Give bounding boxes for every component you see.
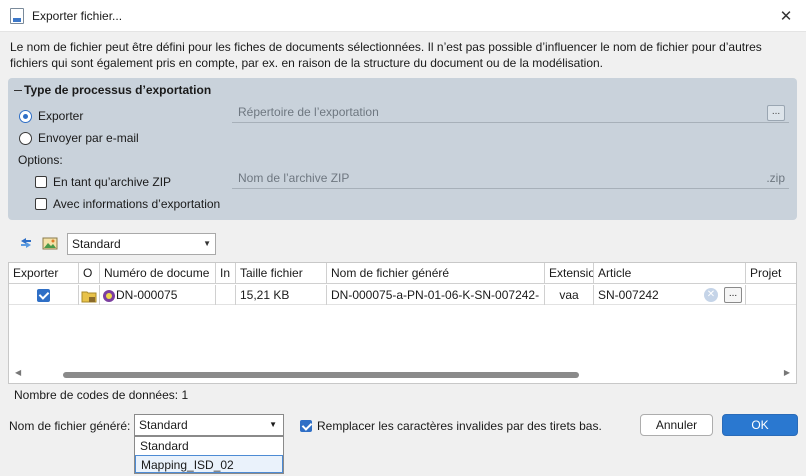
checkbox-unchecked-icon	[35, 176, 47, 188]
replace-invalid-label: Remplacer les caractères invalides par d…	[317, 419, 602, 433]
data-count: Nombre de codes de données: 1	[14, 388, 189, 402]
cancel-button[interactable]: Annuler	[640, 414, 713, 436]
scroll-left-icon[interactable]: ◀	[15, 368, 21, 377]
document-number: DN-000075	[116, 288, 178, 302]
generated-name-combo[interactable]: Standard ▼	[134, 414, 284, 436]
generated-name-cell[interactable]: DN-000075-a-PN-01-06-K-SN-007242-	[327, 285, 545, 305]
export-grid: Exporter O Numéro de docume In Taille fi…	[8, 262, 797, 384]
col-header[interactable]: Extensio	[545, 263, 594, 284]
window-title: Exporter fichier...	[32, 8, 123, 23]
group-legend: Type de processus d’exportation	[24, 83, 212, 97]
col-header[interactable]: Numéro de docume	[100, 263, 216, 284]
col-header[interactable]: Projet	[746, 263, 796, 284]
generated-name-dropdown: Standard Mapping_ISD_02	[134, 436, 284, 474]
article-browse-button[interactable]: ...	[724, 287, 742, 303]
zip-name-placeholder: Nom de l’archive ZIP	[238, 171, 350, 185]
col-header[interactable]: Nom de fichier généré	[327, 263, 545, 284]
horizontal-scrollbar[interactable]	[63, 372, 579, 378]
radio-email-label: Envoyer par e-mail	[38, 131, 139, 145]
image-view-icon[interactable]	[42, 235, 58, 251]
zip-archive-checkbox[interactable]: En tant qu’archive ZIP	[35, 175, 171, 189]
process-type-group: Type de processus d’exportation Exporter…	[8, 78, 797, 220]
zip-archive-label: En tant qu’archive ZIP	[53, 175, 172, 189]
checkbox-unchecked-icon	[35, 198, 47, 210]
options-label: Options:	[18, 153, 63, 167]
extension-cell: vaa	[545, 285, 594, 305]
project-cell	[746, 285, 796, 305]
generated-name-value: Standard	[139, 418, 188, 432]
export-checkbox[interactable]	[9, 285, 79, 305]
view-combo-value: Standard	[72, 237, 121, 251]
export-info-label: Avec informations d’exportation	[53, 197, 221, 211]
export-directory-field[interactable]: Répertoire de l’exportation	[232, 101, 789, 123]
radio-export[interactable]: Exporter	[19, 109, 83, 123]
size-cell: 15,21 KB	[236, 285, 327, 305]
browse-directory-button[interactable]: ...	[767, 105, 785, 121]
in-cell	[216, 285, 236, 305]
article-cell[interactable]: SN-007242 ✕ ...	[594, 285, 746, 305]
grid-header: Exporter O Numéro de docume In Taille fi…	[9, 263, 796, 284]
col-header[interactable]: Taille fichier	[236, 263, 327, 284]
radio-export-label: Exporter	[38, 109, 84, 123]
intro-text: Le nom de fichier peut être défini pour …	[10, 40, 762, 70]
grid-toolbar: Standard ▼	[8, 232, 797, 256]
ok-button[interactable]: OK	[722, 414, 798, 436]
checkbox-checked-icon	[300, 420, 312, 432]
chevron-down-icon: ▼	[203, 239, 211, 248]
document-number-cell: DN-000075	[100, 285, 216, 305]
article-value: SN-007242	[598, 288, 659, 302]
refresh-icon[interactable]	[18, 235, 34, 251]
document-type-icon	[103, 289, 115, 302]
zip-name-field[interactable]: Nom de l’archive ZIP .zip	[232, 167, 789, 189]
col-header[interactable]: Exporter	[9, 263, 79, 284]
checkbox-checked-icon	[37, 289, 50, 303]
col-header[interactable]: Article	[594, 263, 746, 284]
radio-unselected-icon	[19, 131, 32, 145]
table-row[interactable]: DN-000075 15,21 KB DN-000075-a-PN-01-06-…	[9, 285, 796, 305]
export-info-checkbox[interactable]: Avec informations d’exportation	[35, 197, 220, 211]
title-bar: Exporter fichier... ✕	[0, 0, 806, 32]
radio-email[interactable]: Envoyer par e-mail	[19, 131, 139, 145]
legend-dash	[14, 90, 22, 91]
chevron-down-icon: ▼	[269, 420, 277, 429]
replace-invalid-checkbox[interactable]: Remplacer les caractères invalides par d…	[300, 419, 602, 433]
view-combo[interactable]: Standard ▼	[67, 233, 216, 255]
dropdown-option[interactable]: Mapping_ISD_02	[135, 455, 283, 473]
zip-suffix: .zip	[766, 171, 785, 185]
col-header[interactable]: In	[216, 263, 236, 284]
clear-icon[interactable]: ✕	[704, 288, 718, 302]
document-icon	[10, 7, 24, 24]
dropdown-option[interactable]: Standard	[135, 437, 283, 455]
generated-name-label: Nom de fichier généré:	[9, 419, 131, 433]
col-header[interactable]: O	[79, 263, 100, 284]
radio-selected-icon	[19, 109, 32, 123]
scroll-right-icon[interactable]: ▶	[784, 368, 790, 377]
folder-lock-icon	[79, 285, 100, 305]
close-icon[interactable]: ✕	[774, 4, 798, 28]
